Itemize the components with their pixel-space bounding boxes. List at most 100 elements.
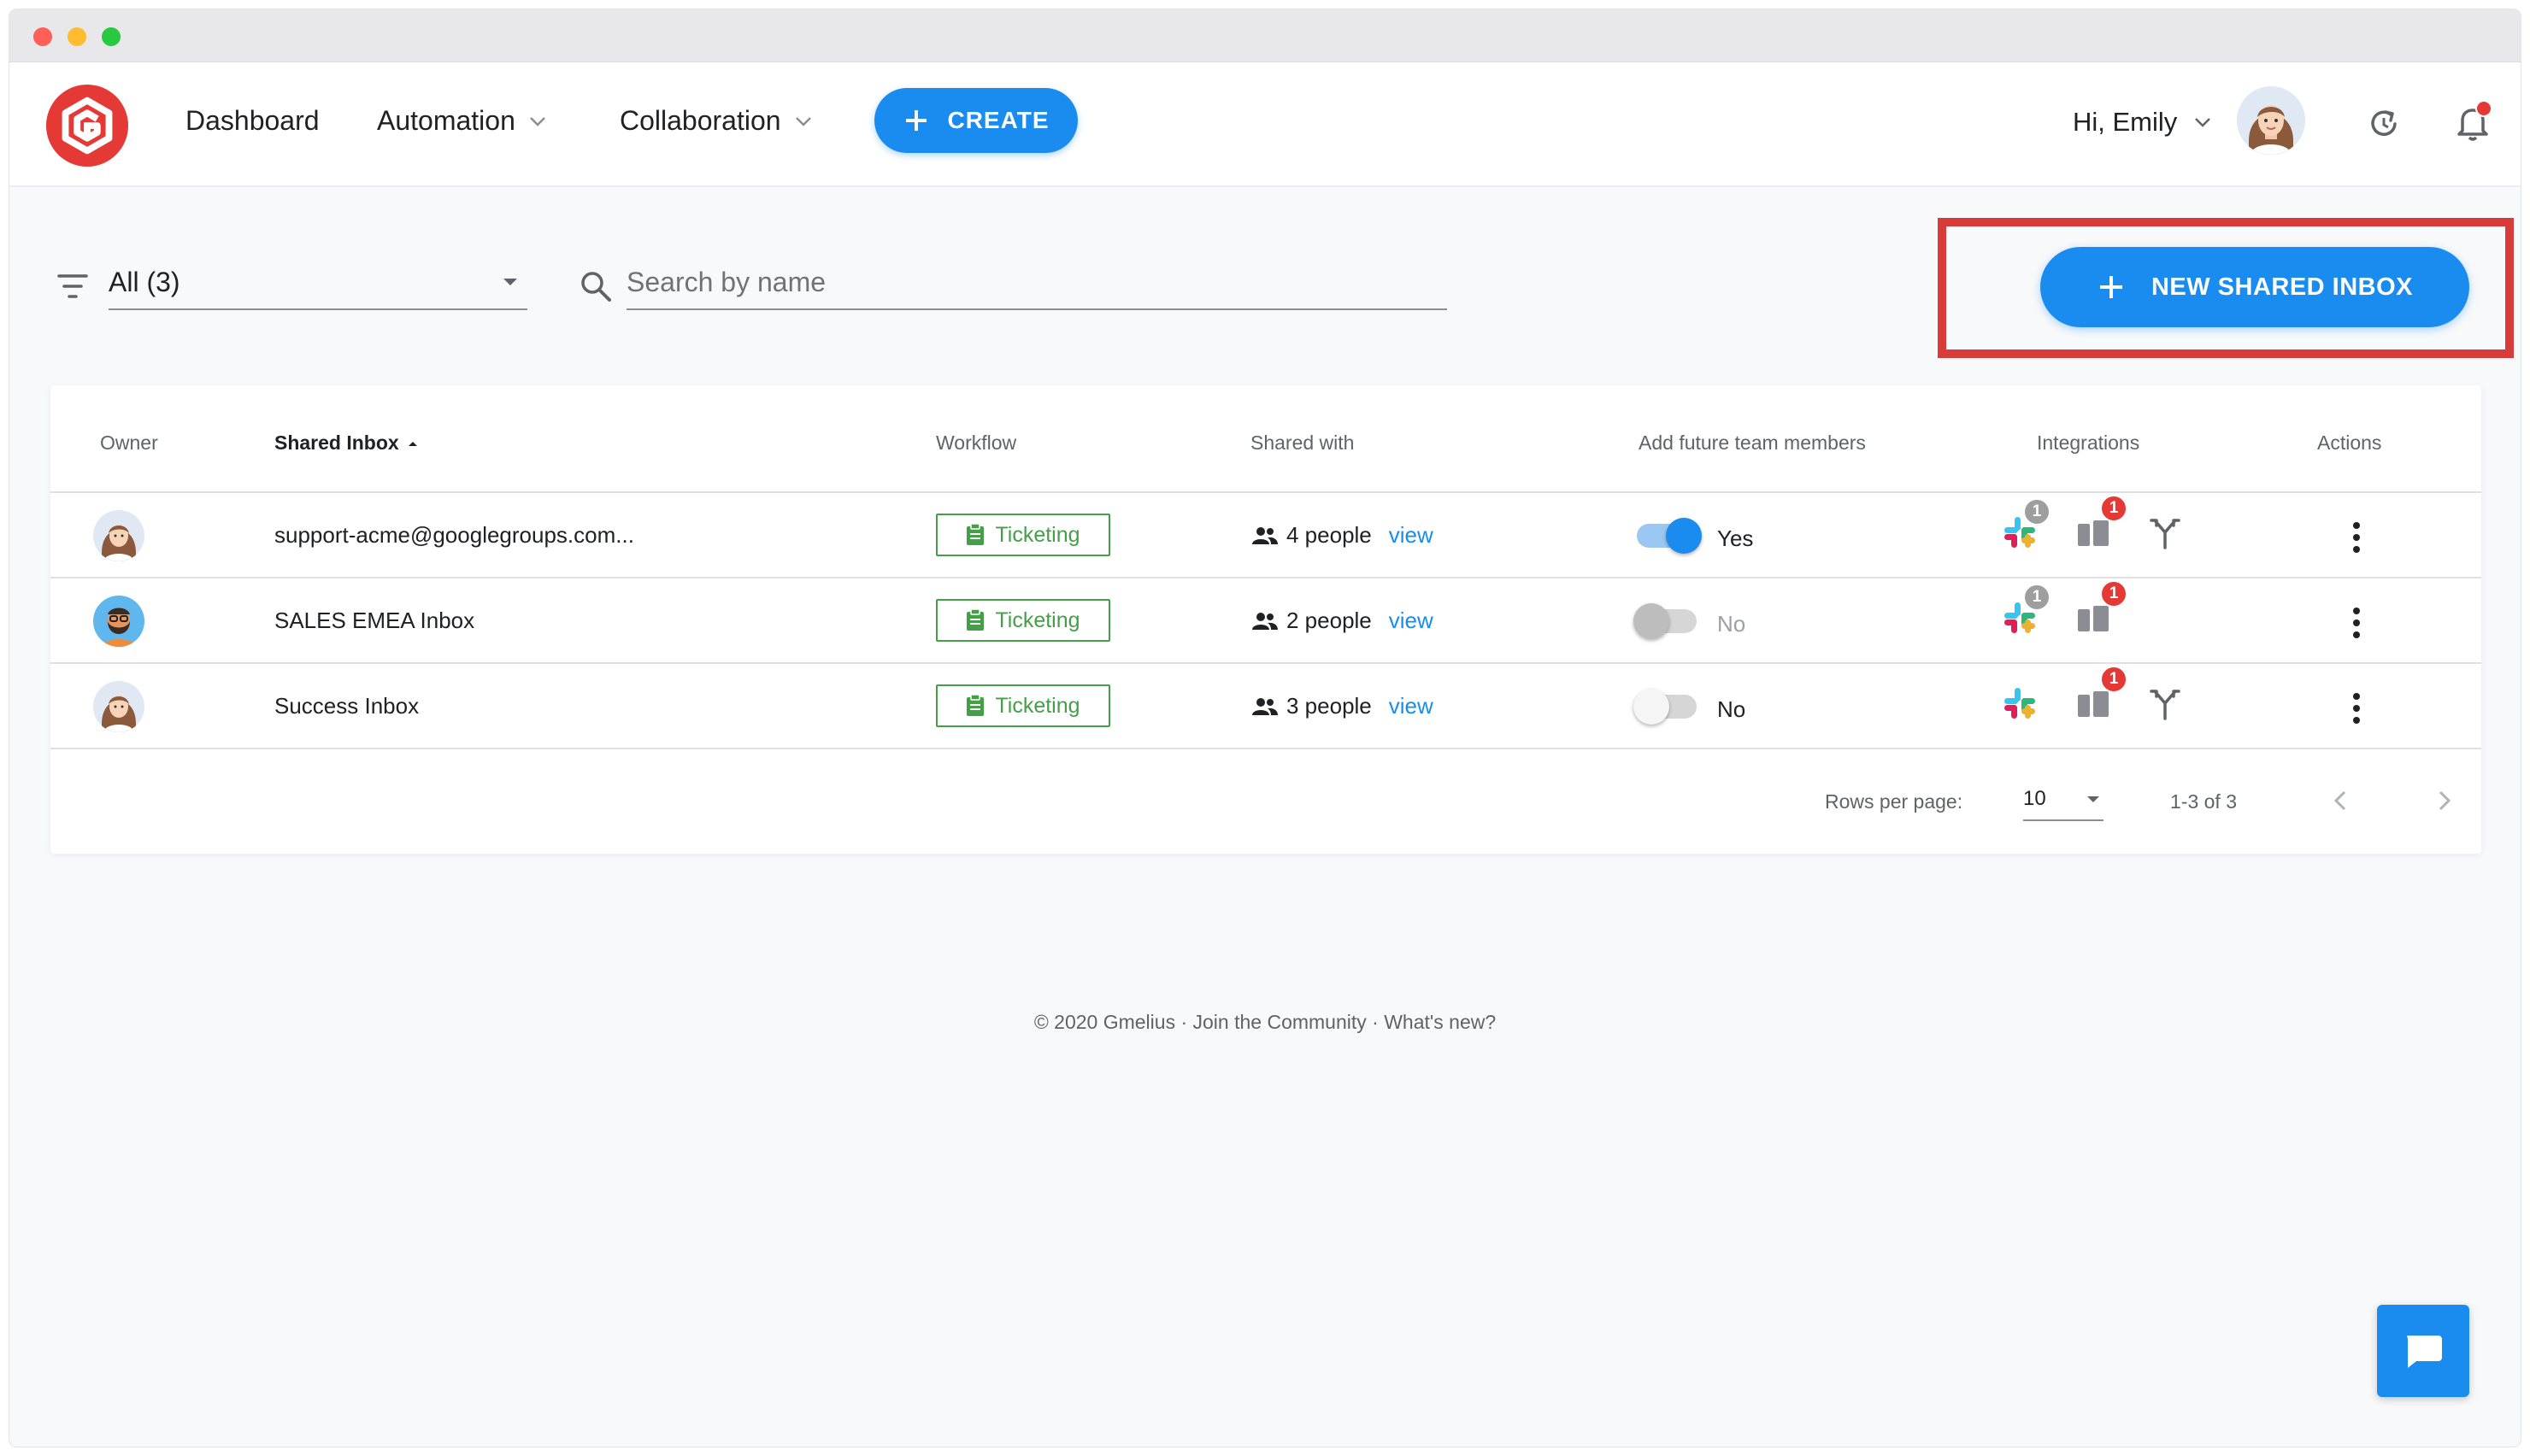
table-row[interactable]: Success Inbox Ticketing 3 people view No [50, 664, 2481, 749]
slack-count-badge: 1 [2023, 584, 2050, 611]
column-header-workflow: Workflow [936, 432, 1017, 454]
close-window-button[interactable] [33, 27, 52, 46]
clipboard-icon [967, 695, 985, 716]
future-members-value: Yes [1717, 525, 1754, 551]
more-actions-icon[interactable] [2350, 690, 2363, 727]
nav-automation-label: Automation [377, 105, 515, 136]
dropdown-arrow-icon [2087, 796, 2099, 802]
nav-collaboration[interactable]: Collaboration [620, 105, 814, 137]
new-shared-inbox-button[interactable]: NEW SHARED INBOX [2040, 247, 2469, 327]
app-window: Dashboard Automation Collaboration CREAT… [9, 9, 2521, 1447]
plus-icon [2099, 276, 2122, 298]
owner-avatar [93, 510, 144, 561]
create-button-label: CREATE [947, 107, 1050, 133]
inbox-name[interactable]: SALES EMEA Inbox [274, 608, 474, 634]
inbox-filter-select[interactable]: All (3) [109, 255, 527, 310]
maximize-window-button[interactable] [102, 27, 121, 46]
inbox-name[interactable]: support-acme@googlegroups.com... [274, 522, 634, 549]
owner-avatar [93, 596, 144, 647]
create-button[interactable]: CREATE [874, 88, 1078, 153]
workflow-badge: Ticketing [936, 599, 1110, 642]
people-count: 3 people [1286, 693, 1372, 719]
people-icon [1252, 612, 1278, 630]
user-avatar[interactable] [2237, 86, 2305, 155]
workflow-badge: Ticketing [936, 514, 1110, 556]
filter-icon[interactable] [56, 271, 90, 302]
nav-collaboration-label: Collaboration [620, 105, 781, 136]
inbox-name[interactable]: Success Inbox [274, 693, 419, 719]
sort-ascending-icon [408, 441, 417, 446]
page-footer: © 2020 Gmelius · Join the Community · Wh… [1033, 1011, 1497, 1033]
view-people-link[interactable]: view [1389, 693, 1433, 719]
nav-dashboard-label: Dashboard [185, 105, 320, 136]
search-input[interactable] [627, 255, 1447, 310]
notification-dot [2475, 100, 2492, 117]
table-row[interactable]: SALES EMEA Inbox Ticketing 2 people view… [50, 578, 2481, 664]
minimize-window-button[interactable] [68, 27, 86, 46]
user-menu[interactable]: Hi, Emily [2073, 107, 2213, 138]
column-header-owner: Owner [100, 432, 158, 454]
future-members-value: No [1717, 611, 1746, 637]
refresh-icon[interactable] [2365, 105, 2403, 143]
rows-per-page-select[interactable]: 10 [2023, 778, 2103, 821]
chevron-down-icon [2195, 118, 2211, 127]
view-people-link[interactable]: view [1389, 608, 1433, 634]
gmelius-logo-icon[interactable] [45, 84, 129, 167]
clipboard-icon [967, 524, 985, 545]
workflow-label: Ticketing [995, 522, 1080, 547]
workflow-badge: Ticketing [936, 684, 1110, 727]
people-icon [1252, 526, 1278, 544]
pagination-range: 1-3 of 3 [2170, 790, 2237, 813]
plus-icon [906, 110, 927, 131]
user-greeting: Hi, Emily [2073, 107, 2178, 137]
workflow-label: Ticketing [995, 608, 1080, 632]
fork-icon[interactable] [2145, 683, 2186, 724]
shared-with: 3 people view [1252, 693, 1433, 719]
workflow-label: Ticketing [995, 693, 1080, 718]
future-members-toggle[interactable] [1633, 689, 1697, 725]
rows-per-page-value: 10 [2023, 787, 2046, 810]
nav-dashboard[interactable]: Dashboard [185, 105, 320, 137]
rows-per-page-label: Rows per page: [1825, 790, 1963, 813]
more-actions-icon[interactable] [2350, 519, 2363, 556]
top-navigation: Dashboard Automation Collaboration CREAT… [9, 62, 2521, 187]
future-members-toggle[interactable] [1633, 603, 1697, 639]
dropdown-arrow-icon [503, 279, 517, 285]
shared-with: 2 people view [1252, 608, 1433, 634]
future-members-toggle[interactable] [1637, 518, 1702, 554]
chevron-left-icon[interactable] [2327, 784, 2355, 818]
column-header-future-members: Add future team members [1639, 432, 1866, 454]
chat-bubble-icon [2407, 1336, 2442, 1368]
window-titlebar [9, 9, 2521, 62]
shared-with: 4 people view [1252, 522, 1433, 549]
chevron-down-icon [795, 116, 811, 126]
trello-count-badge: 1 [2100, 580, 2127, 608]
clipboard-icon [967, 609, 985, 631]
people-count: 4 people [1286, 522, 1372, 548]
people-count: 2 people [1286, 608, 1372, 633]
column-header-shared-inbox[interactable]: Shared Inbox [274, 432, 420, 455]
column-header-integrations: Integrations [2037, 432, 2140, 454]
people-icon [1252, 697, 1278, 715]
chevron-right-icon[interactable] [2430, 784, 2457, 818]
trello-count-badge: 1 [2100, 666, 2127, 693]
future-members-value: No [1717, 696, 1746, 722]
column-header-actions: Actions [2317, 432, 2382, 454]
new-shared-inbox-label: NEW SHARED INBOX [2150, 273, 2414, 301]
view-people-link[interactable]: view [1389, 522, 1433, 549]
filter-value: All (3) [109, 266, 180, 297]
slack-icon[interactable] [1999, 683, 2040, 724]
fork-icon[interactable] [2145, 512, 2186, 553]
column-header-shared-inbox-label: Shared Inbox [274, 432, 399, 454]
search-icon [581, 272, 611, 302]
chevron-down-icon [529, 116, 545, 126]
more-actions-icon[interactable] [2350, 604, 2363, 642]
slack-count-badge: 1 [2023, 498, 2050, 525]
chat-widget-button[interactable] [2377, 1305, 2469, 1397]
owner-avatar [93, 681, 144, 732]
table-row[interactable]: support-acme@googlegroups.com... Ticketi… [50, 493, 2481, 578]
trello-count-badge: 1 [2100, 495, 2127, 522]
column-header-shared-with: Shared with [1250, 432, 1355, 454]
shared-inbox-table: Owner Shared Inbox Workflow Shared with … [50, 385, 2481, 854]
nav-automation[interactable]: Automation [377, 105, 548, 137]
